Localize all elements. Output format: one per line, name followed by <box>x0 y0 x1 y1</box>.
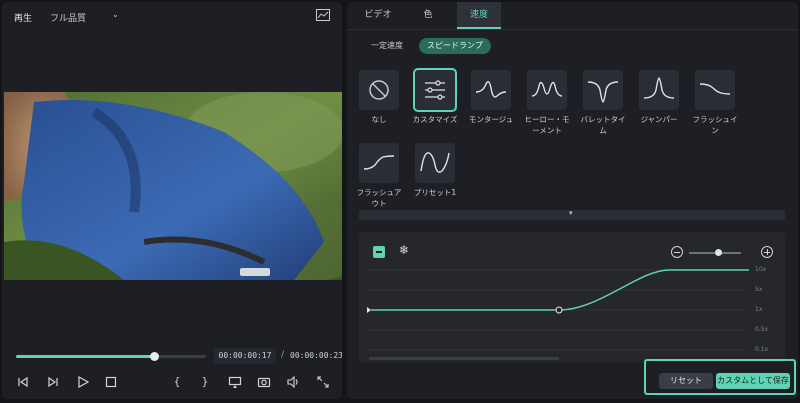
tab-color[interactable]: 色 <box>409 2 447 29</box>
y-axis-label: 10x <box>755 266 767 273</box>
play-icon[interactable] <box>76 374 90 390</box>
playback-progress <box>16 355 154 358</box>
player-panel: 再生 フル品質 ⌄ 00:00:00:17 / 00:00:00:23 {} <box>2 2 342 399</box>
preset-bullet-time[interactable]: バレットタイム <box>577 70 629 136</box>
curve-start-marker <box>367 307 371 313</box>
speed-keyframe-point <box>555 306 563 314</box>
snapshot-icon[interactable] <box>257 374 271 390</box>
volume-icon[interactable] <box>286 374 300 390</box>
chevron-down-icon[interactable]: ⌄ <box>112 10 119 19</box>
play-label: 再生 <box>14 14 33 24</box>
playback-scrubber[interactable] <box>16 352 206 361</box>
waveform-chart-icon[interactable] <box>316 9 330 21</box>
flash-in-curve-icon <box>695 70 735 110</box>
preset-montage[interactable]: モンタージュ <box>465 70 517 125</box>
preset-none[interactable]: なし <box>353 70 405 125</box>
stop-icon[interactable] <box>104 374 118 390</box>
preset-label: プリセット1 <box>413 188 457 197</box>
jumper-curve-icon <box>639 70 679 110</box>
preset-curve-icon <box>415 143 455 183</box>
preset-preset1[interactable]: プリセット1 <box>409 143 461 198</box>
y-axis-label: 0.1x <box>755 346 769 353</box>
flash-out-curve-icon <box>359 143 399 183</box>
playback-controls: { } <box>2 374 342 392</box>
bullet-time-curve-icon <box>583 70 623 110</box>
preset-hero-moment[interactable]: ヒーロー・モーメント <box>521 70 573 136</box>
save-as-custom-button[interactable]: カスタムとして保存 <box>716 373 790 389</box>
preset-jumper[interactable]: ジャンパー <box>633 70 685 125</box>
preset-label: フラッシュアウト <box>356 188 402 208</box>
preset-label: ジャンパー <box>640 115 678 124</box>
montage-curve-icon <box>471 70 511 110</box>
tab-video[interactable]: ビデオ <box>355 2 401 29</box>
display-icon[interactable] <box>228 374 242 390</box>
prev-frame-icon[interactable] <box>16 374 30 390</box>
preset-flash-out[interactable]: フラッシュアウト <box>353 143 405 209</box>
scrubber-handle[interactable] <box>149 352 159 361</box>
subtab-uniform-speed[interactable]: 一定速度 <box>363 38 411 54</box>
mark-in-icon[interactable]: { <box>170 374 184 390</box>
none-icon <box>359 70 399 110</box>
sliders-icon <box>413 68 457 112</box>
speed-curve-line <box>371 269 749 311</box>
preset-label: なし <box>371 115 387 124</box>
preset-label: フラッシュイン <box>692 115 738 135</box>
y-axis-label: 1x <box>755 306 763 313</box>
preset-label: カスタマイズ <box>412 115 458 124</box>
preset-flash-in[interactable]: フラッシュイン <box>689 70 741 136</box>
preset-customize[interactable]: カスタマイズ <box>409 68 461 125</box>
expand-arrow-icon: ▾ <box>569 209 573 217</box>
current-timecode[interactable]: 00:00:00:17 <box>214 348 276 364</box>
fullscreen-icon[interactable] <box>316 374 330 390</box>
speed-panel: ビデオ 色 速度 一定速度 スピードランプ なし カスタマイズ モンタージュ ヒ… <box>347 2 798 399</box>
hero-moment-curve-icon <box>527 70 567 110</box>
video-preview <box>4 92 342 280</box>
tab-speed[interactable]: 速度 <box>457 2 501 29</box>
subtab-speed-ramping[interactable]: スピードランプ <box>419 38 491 54</box>
player-header: 再生 フル品質 ⌄ <box>2 2 342 30</box>
y-axis-label: 0.5x <box>755 326 769 333</box>
reset-button[interactable]: リセット <box>659 373 713 389</box>
next-frame-icon[interactable] <box>46 374 60 390</box>
preset-label: バレットタイム <box>580 115 626 135</box>
quality-dropdown[interactable]: フル品質 <box>50 11 86 24</box>
total-timecode: 00:00:00:23 <box>290 351 342 360</box>
preset-label: ヒーロー・モーメント <box>524 115 570 135</box>
mark-out-icon[interactable]: } <box>198 374 212 390</box>
timecode-separator: / <box>281 350 285 360</box>
presets-expander[interactable]: ▾ <box>359 209 785 220</box>
y-axis-label: 5x <box>755 286 763 293</box>
speed-curve-editor[interactable]: ❄ 10x 5x 1x 0.5x 0.1x <box>359 232 785 362</box>
property-tabs: ビデオ 色 速度 <box>347 2 798 30</box>
graph-horizontal-scrollbar[interactable] <box>369 357 559 360</box>
preset-label: モンタージュ <box>468 115 514 124</box>
